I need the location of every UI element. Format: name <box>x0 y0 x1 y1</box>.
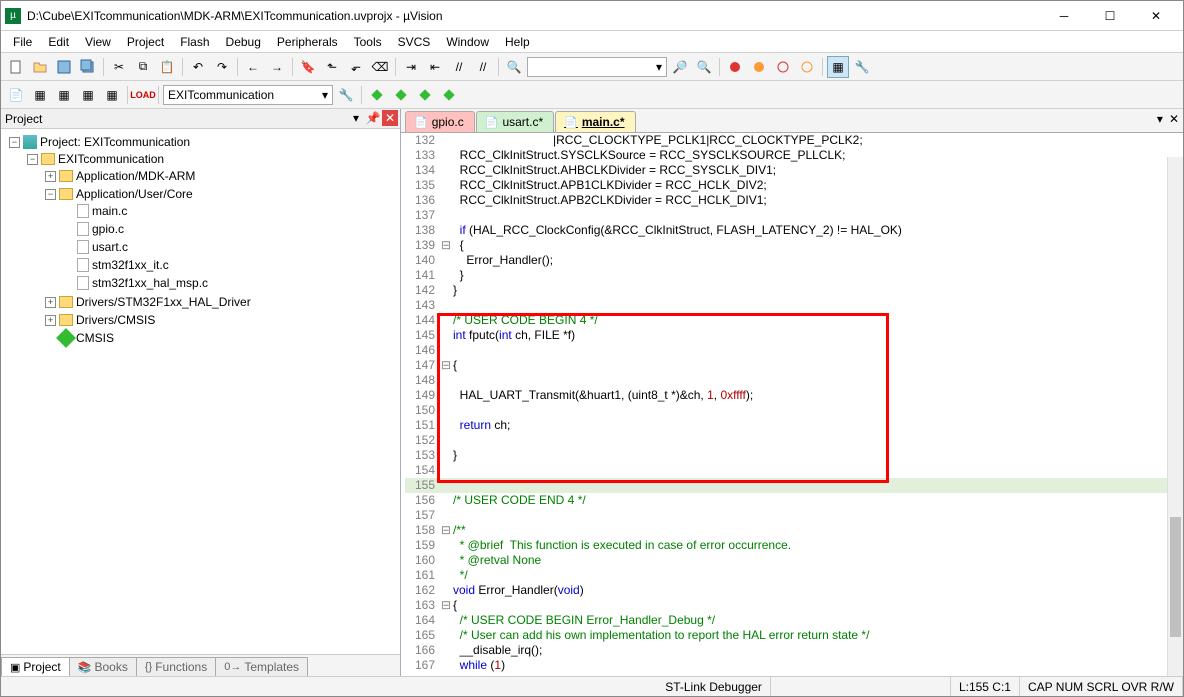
menu-debug[interactable]: Debug <box>220 33 267 51</box>
build-icon[interactable]: ▦ <box>29 84 51 106</box>
menu-peripherals[interactable]: Peripherals <box>271 33 344 51</box>
batch-build-icon[interactable]: ▦ <box>77 84 99 106</box>
toolbar-build: 📄 ▦ ▦ ▦ ▦ LOAD EXITcommunication▾ 🔧 <box>1 81 1183 109</box>
open-file-icon[interactable] <box>29 56 51 78</box>
redo-icon[interactable]: ↷ <box>211 56 233 78</box>
window-layout-icon[interactable]: ▦ <box>827 56 849 78</box>
select-packs-icon[interactable] <box>390 84 412 106</box>
status-indicators: CAP NUM SCRL OVR R/W <box>1020 677 1183 696</box>
menu-tools[interactable]: Tools <box>348 33 388 51</box>
rebuild-icon[interactable]: ▦ <box>53 84 75 106</box>
project-tree[interactable]: −Project: EXITcommunication −EXITcommuni… <box>1 129 400 654</box>
tree-file-gpio[interactable]: gpio.c <box>61 221 396 237</box>
tab-usart[interactable]: 📄 usart.c* <box>476 111 554 132</box>
menu-edit[interactable]: Edit <box>42 33 75 51</box>
btab-books[interactable]: 📚 Books <box>69 657 137 676</box>
tree-file-it[interactable]: stm32f1xx_it.c <box>61 257 396 273</box>
find-in-files-icon[interactable]: 🔎 <box>669 56 691 78</box>
paste-icon[interactable]: 📋 <box>156 56 178 78</box>
statusbar: ST-Link Debugger L:155 C:1 CAP NUM SCRL … <box>1 676 1183 696</box>
status-debugger: ST-Link Debugger <box>657 677 771 696</box>
new-file-icon[interactable] <box>5 56 27 78</box>
bookmark-icon[interactable]: 🔖 <box>297 56 319 78</box>
bookmark-next-icon[interactable]: ⬐ <box>345 56 367 78</box>
titlebar: µ D:\Cube\EXITcommunication\MDK-ARM\EXIT… <box>1 1 1183 31</box>
tree-cmsis-pack[interactable]: CMSIS <box>43 330 396 346</box>
project-bottom-tabs: ▣ Project 📚 Books {} Functions 0→ Templa… <box>1 654 400 676</box>
window-title: D:\Cube\EXITcommunication\MDK-ARM\EXITco… <box>27 9 1041 23</box>
panel-close-icon[interactable]: ✕ <box>382 110 398 126</box>
project-panel-header: Project ▾ 📌 ✕ <box>1 109 400 129</box>
btab-functions[interactable]: {} Functions <box>136 657 216 676</box>
books-icon[interactable] <box>438 84 460 106</box>
status-cursor: L:155 C:1 <box>951 677 1020 696</box>
uncomment-icon[interactable]: // <box>472 56 494 78</box>
tab-dropdown-icon[interactable]: ▾ <box>1157 112 1163 126</box>
tree-group-cmsis[interactable]: +Drivers/CMSIS <box>43 312 396 328</box>
incremental-find-icon[interactable]: 🔍 <box>693 56 715 78</box>
copy-icon[interactable]: ⧉ <box>132 56 154 78</box>
manage-rte-icon[interactable] <box>366 84 388 106</box>
app-icon: µ <box>5 8 21 24</box>
download-icon[interactable]: LOAD <box>132 84 154 106</box>
menu-window[interactable]: Window <box>440 33 495 51</box>
tree-project-root[interactable]: −Project: EXITcommunication <box>7 134 396 150</box>
target-combo[interactable]: EXITcommunication▾ <box>163 85 333 105</box>
debug-red-icon[interactable] <box>724 56 746 78</box>
tree-group-mdkarm[interactable]: +Application/MDK-ARM <box>43 168 396 184</box>
tree-target[interactable]: −EXITcommunication <box>25 151 396 167</box>
outdent-icon[interactable]: ⇤ <box>424 56 446 78</box>
panel-menu-icon[interactable]: ▾ <box>348 110 364 126</box>
minimize-button[interactable]: ─ <box>1041 1 1087 31</box>
debug-kill-icon[interactable] <box>796 56 818 78</box>
vertical-scrollbar[interactable] <box>1167 157 1183 676</box>
nav-back-icon[interactable]: ← <box>242 56 264 78</box>
indent-icon[interactable]: ⇥ <box>400 56 422 78</box>
menu-project[interactable]: Project <box>121 33 170 51</box>
save-all-icon[interactable] <box>77 56 99 78</box>
panel-pin-icon[interactable]: 📌 <box>365 110 381 126</box>
tree-group-usercore[interactable]: −Application/User/Core <box>43 186 396 202</box>
find-combo[interactable]: ▾ <box>527 57 667 77</box>
translate-icon[interactable]: 📄 <box>5 84 27 106</box>
toolbar-main: ✂ ⧉ 📋 ↶ ↷ ← → 🔖 ⬑ ⬐ ⌫ ⇥ ⇤ // // 🔍 ▾ 🔎 🔍 … <box>1 53 1183 81</box>
btab-templates[interactable]: 0→ Templates <box>215 657 308 676</box>
undo-icon[interactable]: ↶ <box>187 56 209 78</box>
tab-gpio[interactable]: 📄 gpio.c <box>405 111 475 132</box>
pack-installer-icon[interactable] <box>414 84 436 106</box>
close-button[interactable]: ✕ <box>1133 1 1179 31</box>
tree-file-usart[interactable]: usart.c <box>61 239 396 255</box>
configure-icon[interactable]: 🔧 <box>851 56 873 78</box>
menu-file[interactable]: File <box>7 33 38 51</box>
maximize-button[interactable]: ☐ <box>1087 1 1133 31</box>
debug-orange-icon[interactable] <box>748 56 770 78</box>
nav-fwd-icon[interactable]: → <box>266 56 288 78</box>
tree-group-haldrv[interactable]: +Drivers/STM32F1xx_HAL_Driver <box>43 294 396 310</box>
bookmark-prev-icon[interactable]: ⬑ <box>321 56 343 78</box>
debug-disable-icon[interactable] <box>772 56 794 78</box>
menu-help[interactable]: Help <box>499 33 536 51</box>
comment-icon[interactable]: // <box>448 56 470 78</box>
tab-close-icon[interactable]: ✕ <box>1169 112 1179 126</box>
find-icon[interactable]: 🔍 <box>503 56 525 78</box>
stop-build-icon[interactable]: ▦ <box>101 84 123 106</box>
menu-flash[interactable]: Flash <box>174 33 215 51</box>
bookmark-clear-icon[interactable]: ⌫ <box>369 56 391 78</box>
btab-project[interactable]: ▣ Project <box>1 657 70 676</box>
menu-view[interactable]: View <box>79 33 117 51</box>
editor-tabs: 📄 gpio.c 📄 usart.c* 📄 main.c* ▾ ✕ <box>401 109 1183 133</box>
tree-file-main[interactable]: main.c <box>61 203 396 219</box>
save-icon[interactable] <box>53 56 75 78</box>
target-options-icon[interactable]: 🔧 <box>335 84 357 106</box>
tab-main[interactable]: 📄 main.c* <box>555 111 635 132</box>
cut-icon[interactable]: ✂ <box>108 56 130 78</box>
menubar: File Edit View Project Flash Debug Perip… <box>1 31 1183 53</box>
menu-svcs[interactable]: SVCS <box>392 33 437 51</box>
tree-file-msp[interactable]: stm32f1xx_hal_msp.c <box>61 275 396 291</box>
code-editor[interactable]: 132 |RCC_CLOCKTYPE_PCLK1|RCC_CLOCKTYPE_P… <box>401 133 1183 676</box>
